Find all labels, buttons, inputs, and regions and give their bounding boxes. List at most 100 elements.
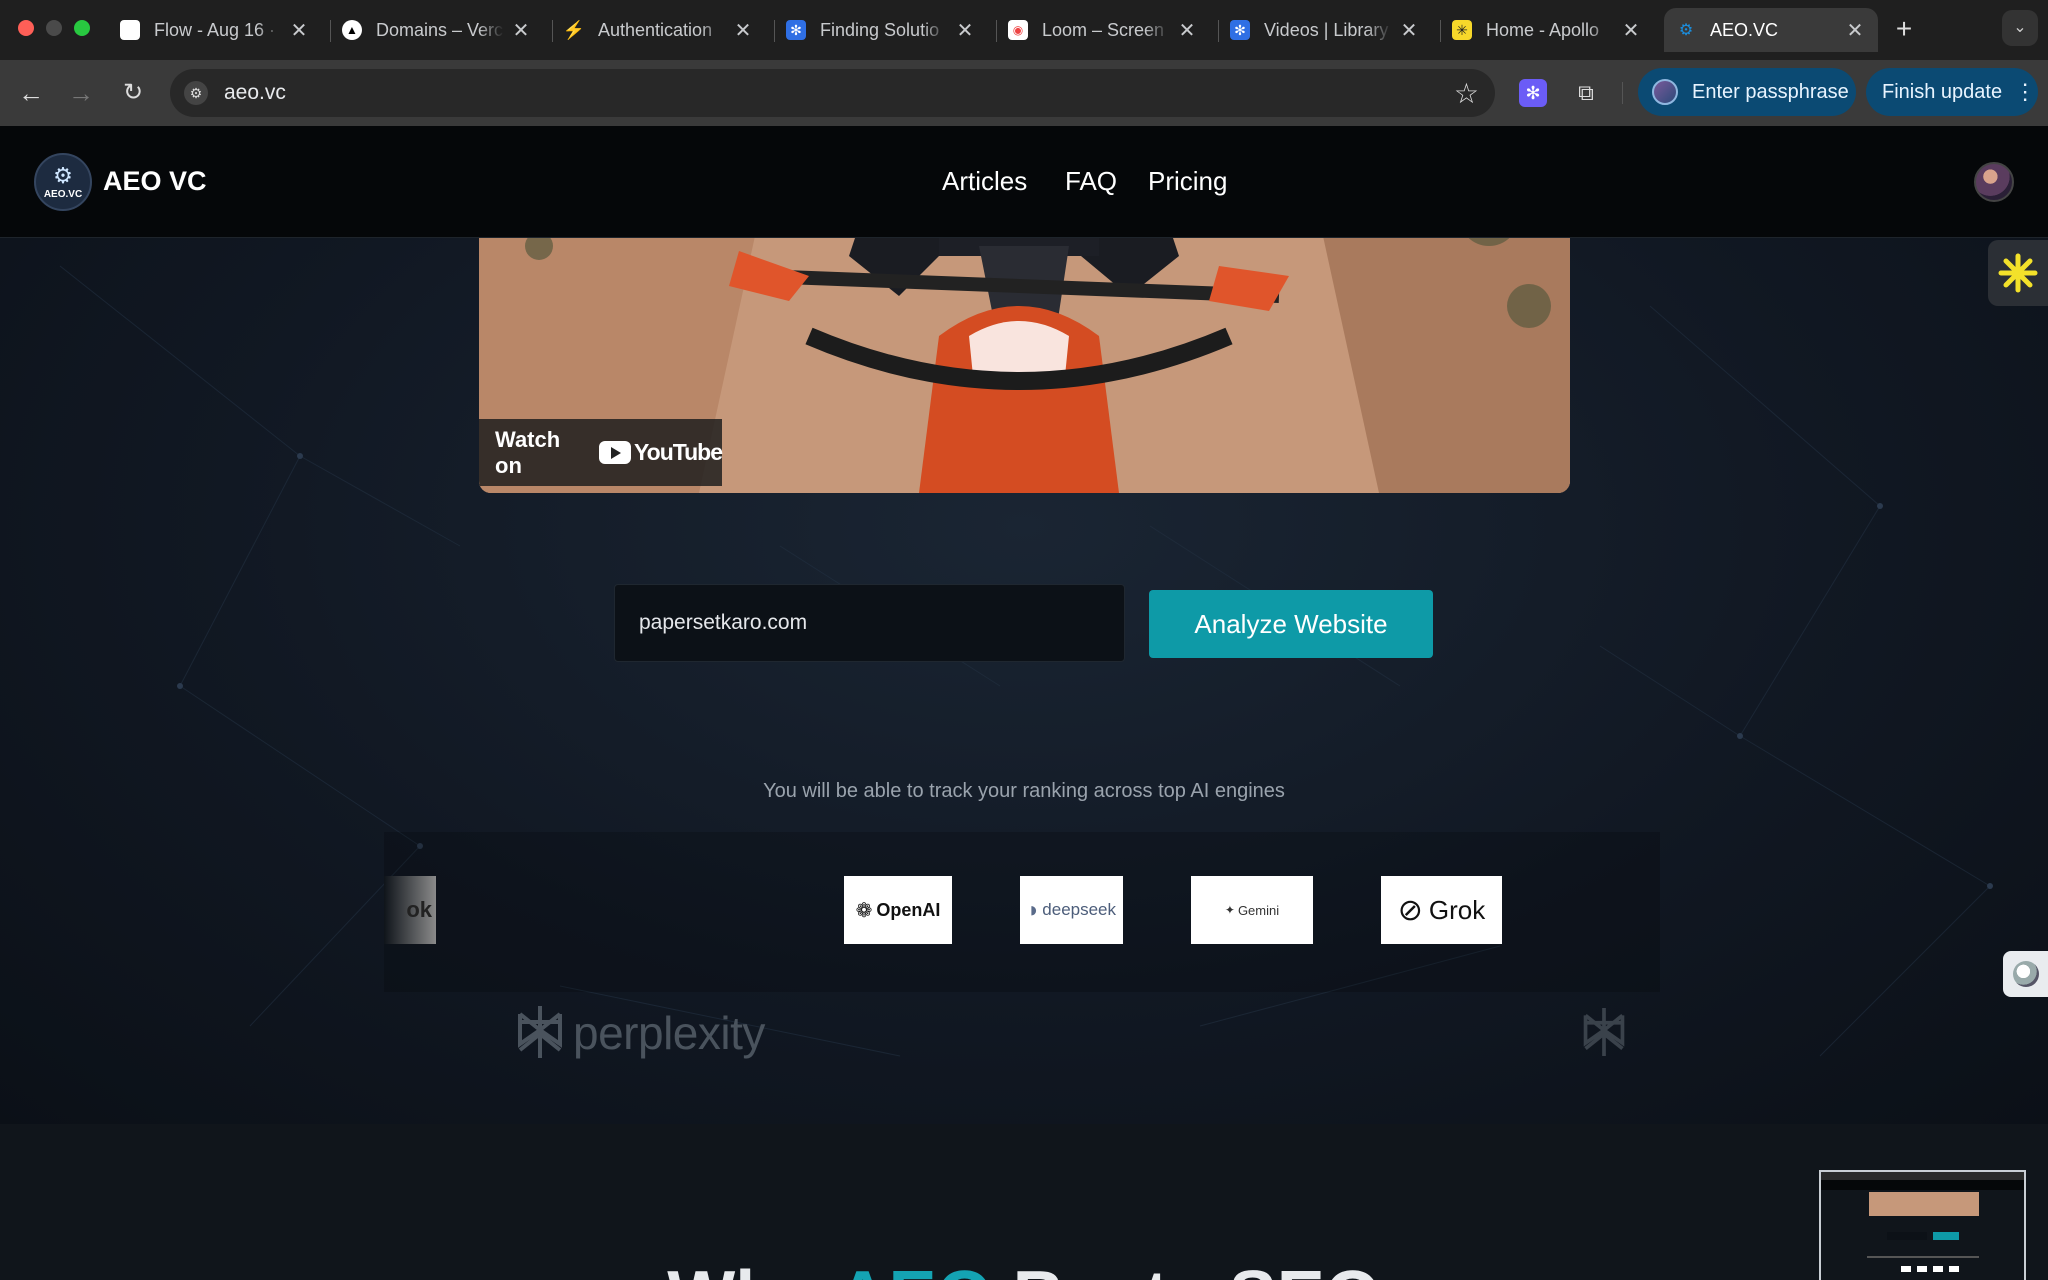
puzzle-extensions-icon[interactable]: ⧉ bbox=[1572, 79, 1600, 107]
analyze-website-button[interactable]: Analyze Website bbox=[1149, 590, 1433, 658]
section-heading: Why AEO Beats SEO bbox=[0, 1256, 2048, 1280]
nav-link-articles[interactable]: Articles bbox=[942, 166, 1027, 197]
snowflake-icon: ✻ bbox=[1230, 20, 1250, 40]
tab-title: AEO.VC bbox=[1710, 19, 1779, 40]
tab-title: Authentication bbox=[598, 19, 713, 40]
gemini-logo-tile: ✦ Gemini bbox=[1191, 876, 1313, 944]
close-tab-icon[interactable]: ✕ bbox=[288, 18, 310, 43]
deepseek-logo-tile: ◗ deepseek bbox=[1020, 876, 1123, 944]
website-url-input[interactable] bbox=[614, 584, 1125, 662]
youtube-play-icon bbox=[599, 441, 632, 464]
toolbar-divider bbox=[1622, 82, 1623, 104]
vercel-triangle-icon: ▲ bbox=[342, 20, 362, 40]
update-label: Finish update bbox=[1882, 80, 2003, 103]
window-minimize-button[interactable] bbox=[46, 20, 62, 36]
forward-button[interactable]: → bbox=[64, 76, 98, 110]
window-zoom-button[interactable] bbox=[74, 20, 90, 36]
tab-title: Finding Solutio bbox=[820, 19, 940, 40]
engines-caption: You will be able to track your ranking a… bbox=[763, 780, 1285, 802]
close-tab-icon[interactable]: ✕ bbox=[1398, 18, 1420, 43]
tab-search-button[interactable]: ⌄ bbox=[2002, 10, 2038, 46]
tab-title: Home - Apollo bbox=[1486, 19, 1600, 40]
perplexity-logo-text: perplexity bbox=[573, 1007, 765, 1059]
extension-icon[interactable]: ✻ bbox=[1519, 79, 1547, 107]
apollo-icon: ✳ bbox=[1452, 20, 1472, 40]
watch-on-youtube-button[interactable]: Watch on YouTube bbox=[479, 419, 723, 486]
site-logo[interactable]: ⚙ AEO.VC bbox=[34, 153, 92, 211]
close-tab-icon[interactable]: ✕ bbox=[510, 18, 532, 43]
browser-tab[interactable]: ⚡ Authentication ✕ bbox=[552, 8, 766, 52]
deepseek-whale-icon: ◗ bbox=[1026, 897, 1041, 922]
browser-tab-active[interactable]: ⚙ AEO.VC ✕ bbox=[1664, 8, 1878, 52]
finish-update-button[interactable]: Finish update ⋮ bbox=[1866, 68, 2038, 116]
heading-text: Why bbox=[667, 1257, 836, 1280]
close-tab-icon[interactable]: ✕ bbox=[1620, 18, 1642, 43]
openai-knot-icon: ❁ bbox=[855, 899, 873, 922]
openai-logo-tile: ❁ OpenAI bbox=[844, 876, 952, 944]
apollo-star-icon bbox=[1998, 253, 2038, 293]
address-text[interactable]: aeo.vc bbox=[224, 81, 286, 105]
youtube-wordmark: YouTube bbox=[634, 439, 723, 465]
tab-title: Loom – Screen bbox=[1042, 19, 1165, 40]
nav-link-faq[interactable]: FAQ bbox=[1065, 166, 1117, 197]
loom-icon: ◉ bbox=[1008, 20, 1028, 40]
browser-toolbar: ← → ↻ ⚙ aeo.vc ☆ ✻ ⧉ Enter passphrase Fi… bbox=[0, 60, 2048, 126]
web-page: Watch on YouTube ⚙ AEO.VC AEO VC Article… bbox=[0, 126, 2048, 1280]
close-tab-icon[interactable]: ✕ bbox=[1176, 18, 1198, 43]
browser-tab[interactable]: ▲ Domains – Verc ✕ bbox=[330, 8, 544, 52]
site-brand-name[interactable]: AEO VC bbox=[103, 166, 207, 197]
aeo-favicon-icon: ⚙ bbox=[1678, 22, 1694, 39]
bookmark-star-icon[interactable]: ☆ bbox=[1454, 77, 1479, 110]
tab-title: Flow - Aug 16 · bbox=[154, 19, 276, 40]
browser-tab[interactable]: ✻ Videos | Library ✕ bbox=[1218, 8, 1432, 52]
site-settings-icon[interactable]: ⚙ bbox=[184, 81, 208, 105]
perplexity-logo-icon bbox=[1583, 1008, 1625, 1056]
new-tab-button[interactable]: + bbox=[1888, 14, 1920, 46]
apollo-side-widget[interactable] bbox=[1988, 240, 2048, 306]
heading-text: Beats SEO bbox=[993, 1257, 1381, 1280]
browser-tab[interactable]: ◉ Loom – Screen ✕ bbox=[996, 8, 1210, 52]
tab-title: Domains – Verc bbox=[376, 19, 504, 40]
lightning-icon: ⚡ bbox=[562, 19, 586, 40]
more-menu-icon[interactable]: ⋮ bbox=[2014, 79, 2036, 105]
gemini-logo-text: Gemini bbox=[1237, 902, 1280, 918]
floating-assistant-button[interactable] bbox=[2003, 951, 2048, 997]
user-avatar[interactable] bbox=[1974, 162, 2014, 202]
reload-button[interactable]: ↻ bbox=[116, 76, 150, 110]
gear-logo-icon: ⚙ bbox=[53, 162, 73, 188]
logo-tile-partial: ok bbox=[384, 876, 436, 944]
close-tab-icon[interactable]: ✕ bbox=[732, 18, 754, 43]
browser-tab-bar: Flow - Aug 16 · ✕ ▲ Domains – Verc ✕ ⚡ A… bbox=[0, 0, 2048, 60]
assistant-orb-icon bbox=[2012, 961, 2039, 987]
grok-slash-icon: ⊘ bbox=[1397, 893, 1423, 927]
browser-tab[interactable]: Flow - Aug 16 · ✕ bbox=[108, 8, 322, 52]
close-tab-icon[interactable]: ✕ bbox=[1844, 18, 1866, 43]
browser-tab[interactable]: ✻ Finding Solutio ✕ bbox=[774, 8, 988, 52]
grok-logo-text: Grok bbox=[1428, 894, 1486, 925]
deepseek-logo-text: deepseek bbox=[1042, 900, 1117, 919]
perplexity-logo-icon bbox=[518, 1006, 562, 1058]
youtube-logo: YouTube bbox=[599, 439, 723, 466]
heading-accent: AEO bbox=[837, 1257, 993, 1280]
partial-logo-text: ok bbox=[406, 897, 432, 922]
address-bar[interactable]: ⚙ aeo.vc ☆ bbox=[170, 69, 1495, 117]
watch-on-label: Watch on bbox=[495, 426, 561, 478]
grok-logo-tile: ⊘ Grok bbox=[1381, 876, 1502, 944]
passphrase-label: Enter passphrase bbox=[1692, 80, 1849, 103]
preview-image bbox=[1821, 1172, 2024, 1272]
window-close-button[interactable] bbox=[18, 20, 34, 36]
browser-tab[interactable]: ✳ Home - Apollo ✕ bbox=[1440, 8, 1654, 52]
nav-link-pricing[interactable]: Pricing bbox=[1148, 166, 1227, 197]
logo-text: AEO.VC bbox=[43, 188, 83, 200]
enter-passphrase-button[interactable]: Enter passphrase bbox=[1638, 68, 1856, 116]
back-button[interactable]: ← bbox=[14, 76, 48, 110]
gemini-spark-icon: ✦ bbox=[1224, 903, 1235, 917]
document-icon bbox=[120, 20, 140, 40]
snowflake-icon: ✻ bbox=[786, 20, 806, 40]
close-tab-icon[interactable]: ✕ bbox=[954, 18, 976, 43]
profile-avatar bbox=[1652, 79, 1678, 105]
site-header: ⚙ AEO.VC AEO VC Articles FAQ Pricing bbox=[0, 126, 2048, 238]
openai-logo-text: OpenAI bbox=[876, 899, 941, 920]
recording-preview-thumbnail[interactable] bbox=[1819, 1170, 2026, 1280]
tab-title: Videos | Library bbox=[1264, 19, 1389, 40]
